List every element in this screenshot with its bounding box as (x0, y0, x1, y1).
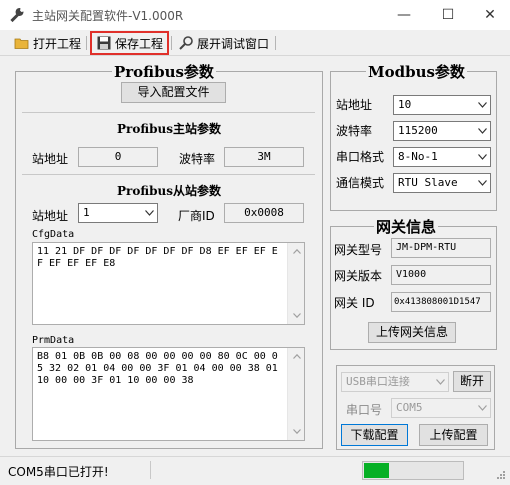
open-project-label: 打开工程 (33, 36, 82, 51)
gateway-model-label: 网关型号 (334, 243, 383, 257)
chevron-down-icon (141, 204, 157, 222)
toolbar-separator (86, 36, 87, 50)
comm-mode-value: RTU Slave (398, 176, 458, 189)
divider (22, 174, 315, 175)
profibus-master-title: Profibus主站参数 (117, 122, 221, 136)
gateway-id-label: 网关 ID (334, 296, 375, 310)
gateway-model-field[interactable]: JM-DPM-RTU (391, 238, 491, 258)
toolbar: 打开工程 保存工程 展开调试窗口 (0, 30, 510, 56)
profibus-slave-title: Profibus从站参数 (117, 184, 221, 198)
open-project-button[interactable]: 打开工程 (10, 32, 85, 54)
cfgdata-textarea[interactable]: 11 21 DF DF DF DF DF DF DF D8 EF EF EF E… (32, 242, 305, 325)
chevron-down-icon (474, 174, 490, 192)
status-text: COM5串口已打开! (8, 465, 109, 479)
prmdata-text: B8 01 0B 0B 00 08 00 00 00 00 80 0C 00 0… (37, 351, 278, 386)
upload-gateway-info-button[interactable]: 上传网关信息 (368, 322, 456, 343)
cfgdata-scrollbar[interactable] (287, 243, 304, 324)
scroll-down-icon[interactable] (288, 307, 304, 324)
resize-grip-icon[interactable] (494, 470, 506, 482)
maximize-button[interactable]: ☐ (428, 0, 468, 30)
prmdata-scrollbar[interactable] (287, 348, 304, 440)
master-baud-label: 波特率 (179, 152, 216, 166)
upload-config-button[interactable]: 上传配置 (419, 424, 488, 446)
import-config-button[interactable]: 导入配置文件 (121, 82, 226, 103)
toolbar-separator (171, 36, 172, 50)
minimize-button[interactable]: — (384, 0, 424, 30)
connection-type-dropdown[interactable]: USB串口连接 (341, 372, 449, 392)
chevron-down-icon (474, 148, 490, 166)
floppy-disk-icon (97, 36, 111, 50)
gateway-id-field[interactable]: 0x413808001D1547 (391, 292, 491, 312)
chevron-down-icon (474, 122, 490, 140)
progress-fill (364, 463, 389, 478)
gateway-group-title: 网关信息 (374, 216, 439, 237)
serial-port-label: 串口号 (346, 403, 383, 417)
gateway-version-label: 网关版本 (334, 269, 383, 283)
divider (22, 112, 315, 113)
debug-tool-icon (179, 36, 193, 50)
modbus-group-title: Modbus参数 (366, 61, 467, 82)
comm-mode-dropdown[interactable]: RTU Slave (393, 173, 491, 193)
master-baud-field[interactable]: 3M (224, 147, 304, 167)
progress-bar (362, 461, 464, 480)
expand-debug-button[interactable]: 展开调试窗口 (174, 32, 273, 54)
expand-debug-label: 展开调试窗口 (197, 36, 270, 51)
master-address-label: 站地址 (32, 152, 69, 166)
scroll-up-icon[interactable] (288, 348, 304, 365)
toolbar-separator (275, 36, 276, 50)
wrench-icon (10, 7, 24, 23)
chevron-down-icon (474, 399, 490, 417)
comm-mode-label: 通信模式 (336, 176, 385, 190)
modbus-address-value: 10 (398, 98, 412, 111)
scroll-up-icon[interactable] (288, 243, 304, 260)
chevron-down-icon (432, 373, 448, 391)
vendor-id-field[interactable]: 0x0008 (224, 203, 304, 223)
modbus-address-dropdown[interactable]: 10 (393, 95, 491, 115)
vendor-id-label: 厂商ID (178, 209, 215, 223)
status-separator (150, 461, 151, 479)
serial-port-value: COM5 (396, 401, 423, 414)
chevron-down-icon (474, 96, 490, 114)
folder-open-icon (14, 38, 29, 49)
slave-address-value: 1 (83, 206, 90, 219)
cfgdata-text: 11 21 DF DF DF DF DF DF DF D8 EF EF EF E… (37, 246, 278, 269)
serial-format-dropdown[interactable]: 8-No-1 (393, 147, 491, 167)
profibus-group-title: Profibus参数 (112, 61, 216, 82)
serial-format-value: 8-No-1 (398, 150, 438, 163)
modbus-baud-label: 波特率 (336, 124, 373, 138)
save-project-button[interactable]: 保存工程 (90, 31, 170, 55)
gateway-version-field[interactable]: V1000 (391, 265, 491, 285)
modbus-baud-dropdown[interactable]: 115200 (393, 121, 491, 141)
slave-address-label: 站地址 (32, 209, 69, 223)
modbus-address-label: 站地址 (336, 98, 373, 112)
download-config-button[interactable]: 下载配置 (341, 424, 408, 446)
window-title: 主站网关配置软件-V1.000R (32, 9, 184, 23)
prmdata-label: PrmData (32, 335, 75, 346)
serial-format-label: 串口格式 (336, 150, 385, 164)
slave-address-dropdown[interactable]: 1 (78, 203, 158, 223)
master-address-field[interactable]: 0 (78, 147, 158, 167)
prmdata-textarea[interactable]: B8 01 0B 0B 00 08 00 00 00 00 80 0C 00 0… (32, 347, 305, 441)
disconnect-button[interactable]: 断开 (453, 371, 491, 392)
connection-type-value: USB串口连接 (346, 375, 410, 388)
close-button[interactable]: ✕ (470, 0, 510, 30)
cfgdata-label: CfgData (32, 229, 75, 240)
save-project-label: 保存工程 (115, 36, 164, 51)
modbus-baud-value: 115200 (398, 124, 438, 137)
title-bar: 主站网关配置软件-V1.000R — ☐ ✕ (0, 0, 510, 30)
serial-port-dropdown[interactable]: COM5 (391, 398, 491, 418)
scroll-down-icon[interactable] (288, 423, 304, 440)
